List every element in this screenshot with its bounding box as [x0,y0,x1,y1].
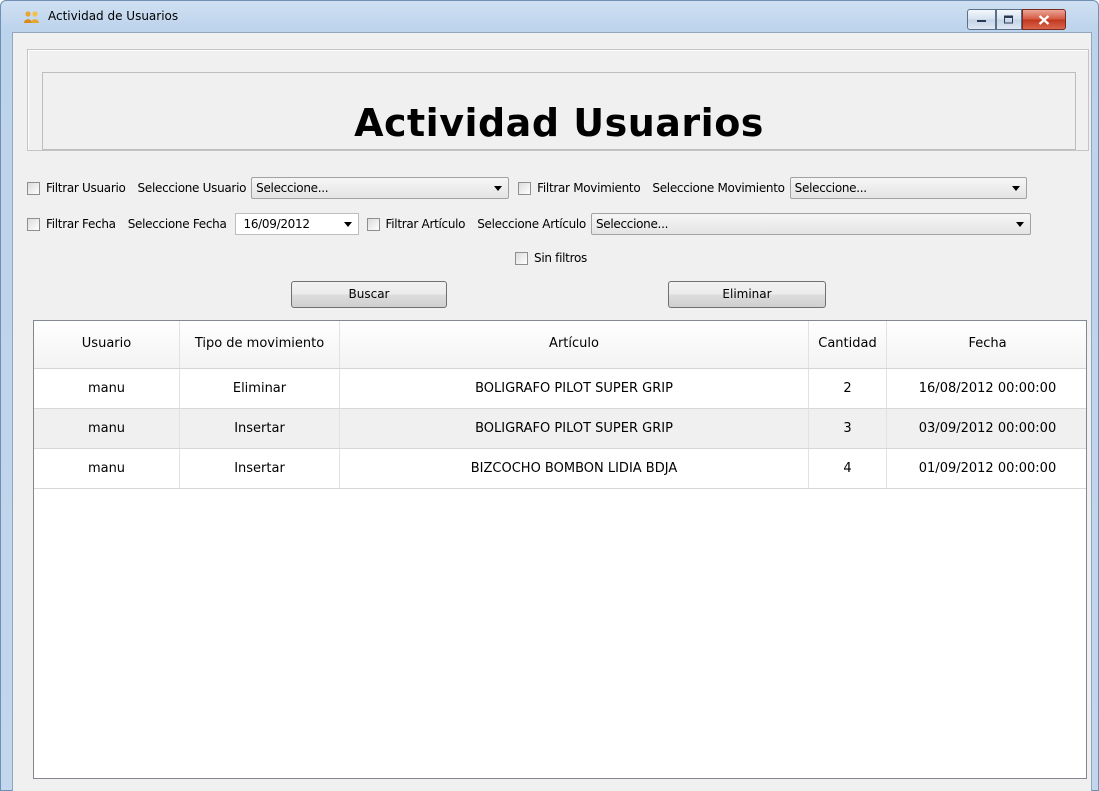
movimiento-select-value: Seleccione... [794,181,867,195]
chevron-down-icon [1015,222,1024,227]
chevron-down-icon [1011,186,1020,191]
usuario-select[interactable]: Seleccione... [251,177,510,199]
cell-usuario: manu [34,449,180,488]
table-row[interactable]: manu Eliminar BOLIGRAFO PILOT SUPER GRIP… [34,369,1086,409]
cell-articulo: BIZCOCHO BOMBON LIDIA BDJA [340,449,809,488]
cell-articulo: BOLIGRAFO PILOT SUPER GRIP [340,369,809,408]
column-header-cantidad[interactable]: Cantidad [809,321,887,368]
page-title: Actividad Usuarios [354,101,764,145]
movimiento-select[interactable]: Seleccione... [789,177,1027,199]
articulo-select[interactable]: Seleccione... [590,213,1031,235]
filtrar-movimiento-checkbox[interactable] [518,181,532,195]
filtrar-articulo-label: Filtrar Artículo [385,217,466,231]
table-row[interactable]: manu Insertar BOLIGRAFO PILOT SUPER GRIP… [34,409,1086,449]
maximize-icon [1004,15,1013,23]
fecha-picker-value: 16/09/2012 [243,217,310,231]
fecha-picker[interactable]: 16/09/2012 [234,213,359,235]
activity-table[interactable]: Usuario Tipo de movimiento Artículo Cant… [33,320,1087,779]
cell-cantidad: 2 [809,369,887,408]
header-frame: Actividad Usuarios [27,49,1089,151]
cell-fecha: 16/08/2012 00:00:00 [918,381,1057,396]
column-header-articulo[interactable]: Artículo [340,321,809,368]
close-button[interactable] [1022,9,1066,30]
cell-fecha: 01/09/2012 00:00:00 [918,461,1057,476]
table-header: Usuario Tipo de movimiento Artículo Cant… [34,321,1086,369]
sin-filtros-checkbox[interactable] [515,251,528,265]
cell-usuario: manu [34,409,180,448]
filtrar-articulo-checkbox[interactable] [366,217,380,231]
filtrar-fecha-checkbox[interactable] [27,217,40,231]
sin-filtros-row: Sin filtros [515,251,587,265]
users-icon [23,10,41,24]
cell-fecha: 03/09/2012 00:00:00 [918,421,1057,436]
application-window: Actividad de Usuarios Actividad Usuarios… [0,0,1099,791]
header-panel: Actividad Usuarios [42,72,1076,150]
filter-row-2: Filtrar Fecha Seleccione Fecha 16/09/201… [27,213,1031,235]
usuario-select-value: Seleccione... [256,181,329,195]
articulo-select-value: Seleccione... [595,217,669,231]
seleccione-fecha-label: Seleccione Fecha [127,217,227,231]
cell-articulo: BOLIGRAFO PILOT SUPER GRIP [340,409,809,448]
filtrar-movimiento-label: Filtrar Movimiento [537,181,641,195]
column-header-fecha[interactable]: Fecha [887,321,1088,368]
seleccione-usuario-label: Seleccione Usuario [137,181,247,195]
cell-tipo: Eliminar [180,369,340,408]
minimize-icon [976,19,986,22]
minimize-button[interactable] [967,9,996,30]
client-area: Actividad Usuarios Filtrar Usuario Selec… [12,32,1092,791]
cell-tipo: Insertar [180,409,340,448]
filtrar-usuario-label: Filtrar Usuario [46,181,126,195]
column-header-usuario[interactable]: Usuario [34,321,180,368]
seleccione-movimiento-label: Seleccione Movimiento [652,181,785,195]
sin-filtros-label[interactable]: Sin filtros [534,251,587,265]
cell-cantidad: 3 [809,409,887,448]
cell-cantidad: 4 [809,449,887,488]
eliminar-button[interactable]: Eliminar [668,281,826,308]
cell-usuario: manu [34,369,180,408]
window-title: Actividad de Usuarios [48,9,179,23]
cell-tipo: Insertar [180,449,340,488]
filtrar-fecha-label: Filtrar Fecha [46,217,116,231]
chevron-down-icon [343,222,352,227]
column-header-tipo[interactable]: Tipo de movimiento [180,321,340,368]
chevron-down-icon [494,186,503,191]
seleccione-articulo-label: Seleccione Artículo [477,217,586,231]
filter-row-1: Filtrar Usuario Seleccione Usuario Selec… [27,177,1027,199]
close-icon [1038,14,1050,25]
buscar-button[interactable]: Buscar [291,281,447,308]
filtrar-usuario-checkbox[interactable] [27,181,40,195]
table-row[interactable]: manu Insertar BIZCOCHO BOMBON LIDIA BDJA… [34,449,1086,489]
title-bar[interactable]: Actividad de Usuarios [1,1,1098,32]
maximize-button[interactable] [996,9,1022,30]
